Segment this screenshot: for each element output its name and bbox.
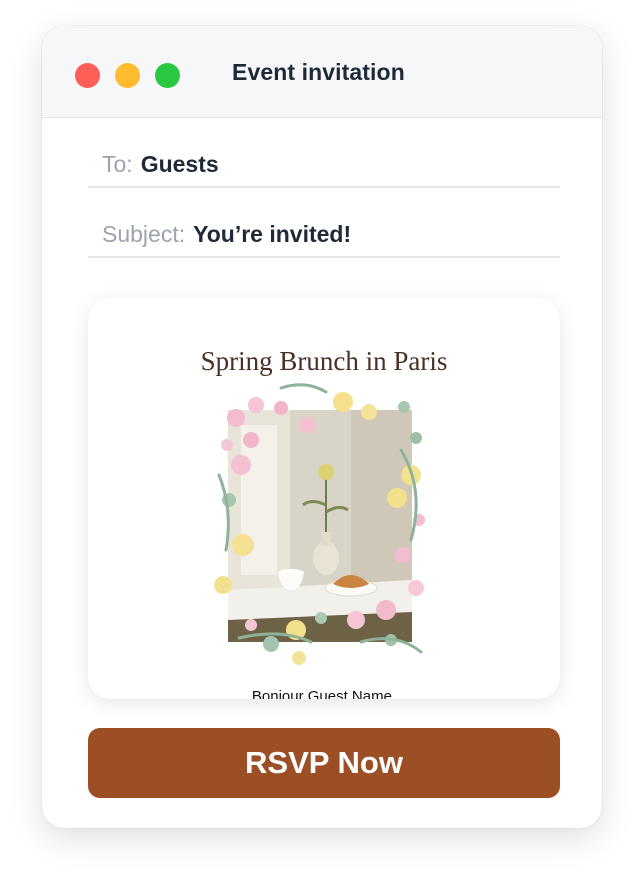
to-label: To: xyxy=(102,151,133,177)
subject-value: You’re invited! xyxy=(193,221,352,247)
subject-field[interactable]: Subject: You’re invited! xyxy=(88,212,560,258)
maximize-window-button[interactable] xyxy=(155,63,180,88)
greeting-text: Bonjour Guest Name, xyxy=(251,688,397,699)
title-bar: Event invitation xyxy=(42,26,602,118)
invitation-card: Spring Brunch in Paris Bonjour Guest Nam… xyxy=(88,298,560,699)
minimize-window-button[interactable] xyxy=(115,63,140,88)
window-title: Event invitation xyxy=(232,59,405,85)
invitation-window: Event invitation To: Guests Subject: You’r… xyxy=(42,26,602,828)
card-title: Spring Brunch in Paris xyxy=(200,346,448,376)
subject-label: Subject: xyxy=(102,221,186,247)
brunch-floral-illustration xyxy=(214,383,425,665)
to-field[interactable]: To: Guests xyxy=(88,142,560,188)
rsvp-button[interactable]: RSVP Now xyxy=(88,728,560,798)
to-value: Guests xyxy=(140,151,219,177)
close-window-button[interactable] xyxy=(75,63,100,88)
